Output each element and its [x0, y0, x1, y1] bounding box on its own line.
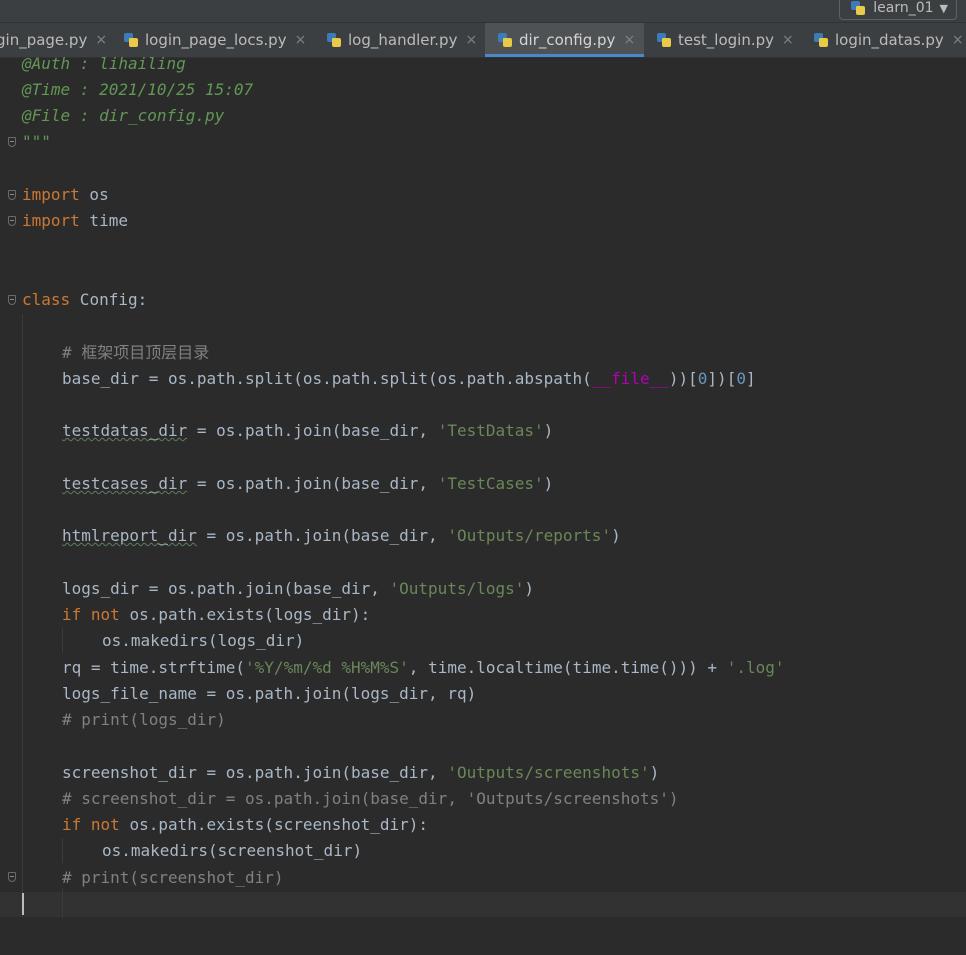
indent-guide [62, 838, 63, 863]
close-icon[interactable]: × [782, 32, 794, 48]
code-line-23: os.makedirs(logs_dir) [102, 631, 305, 650]
fold-marker-icon[interactable] [8, 295, 16, 305]
code-line-28: screenshot_dir = os.path.join(base_dir, … [62, 763, 660, 782]
text-caret [22, 893, 24, 915]
close-icon[interactable]: × [465, 32, 477, 48]
code-line-1: @Auth : lihailing [22, 54, 186, 73]
current-line-highlight [0, 892, 966, 917]
project-selector[interactable]: learn_01 ▼ [839, 0, 957, 20]
tab-dir-config[interactable]: dir_config.py × [485, 23, 644, 57]
tab-label: login_datas.py [835, 31, 944, 49]
code-line-6: import os [22, 185, 109, 204]
code-editor[interactable]: @Auth : lihailing @Time : 2021/10/25 15:… [0, 54, 966, 955]
code-line-30: if not os.path.exists(screenshot_dir): [62, 815, 429, 834]
python-file-icon [813, 32, 830, 49]
tab-label: login_page_locs.py [145, 31, 287, 49]
project-selector-label: learn_01 [873, 0, 934, 16]
code-line-10: class Config: [22, 290, 148, 309]
tab-label: test_login.py [678, 31, 775, 49]
code-line-21: logs_dir = os.path.join(base_dir, 'Outpu… [62, 579, 535, 598]
fold-marker-icon[interactable] [8, 216, 16, 226]
chevron-down-icon[interactable]: ▼ [940, 2, 948, 15]
close-icon[interactable]: × [95, 32, 107, 48]
tab-label: dir_config.py [519, 31, 616, 49]
code-line-12: # 框架项目顶层目录 [62, 343, 210, 362]
code-line-19: htmlreport_dir = os.path.join(base_dir, … [62, 526, 621, 545]
tab-label: gin_page.py [0, 31, 88, 49]
code-line-22: if not os.path.exists(logs_dir): [62, 605, 371, 624]
indent-guide [62, 888, 63, 918]
code-line-4: """ [22, 132, 51, 151]
python-icon [850, 0, 867, 17]
code-line-15: testdatas_dir = os.path.join(base_dir, '… [62, 421, 554, 440]
python-file-icon [326, 32, 343, 49]
code-line-3: @File : dir_config.py [22, 106, 225, 125]
code-line-32: # print(screenshot_dir) [62, 868, 284, 887]
indent-guide [22, 314, 23, 914]
fold-marker-icon[interactable] [8, 872, 16, 882]
code-line-17: testcases_dir = os.path.join(base_dir, '… [62, 474, 554, 493]
fold-marker-icon[interactable] [8, 137, 16, 147]
code-line-26: # print(logs_dir) [62, 710, 226, 729]
close-icon[interactable]: × [952, 32, 964, 48]
close-icon[interactable]: × [623, 32, 635, 48]
code-line-31: os.makedirs(screenshot_dir) [102, 841, 363, 860]
tab-login-datas[interactable]: login_datas.py × [813, 23, 966, 57]
indent-guide [62, 628, 63, 653]
python-file-icon [497, 32, 514, 49]
code-line-25: logs_file_name = os.path.join(logs_dir, … [62, 684, 477, 703]
tab-label: log_handler.py [348, 31, 458, 49]
code-line-13: base_dir = os.path.split(os.path.split(o… [62, 369, 756, 388]
code-line-29: # screenshot_dir = os.path.join(base_dir… [62, 789, 679, 808]
code-line-7: import time [22, 211, 128, 230]
code-line-2: @Time : 2021/10/25 15:07 [22, 80, 254, 99]
close-icon[interactable]: × [295, 32, 307, 48]
python-file-icon [123, 32, 140, 49]
tab-log-handler[interactable]: log_handler.py × [326, 23, 478, 57]
editor-gutter [0, 58, 20, 955]
fold-marker-icon[interactable] [8, 190, 16, 200]
python-file-icon [656, 32, 673, 49]
tab-test-login[interactable]: test_login.py × [656, 23, 798, 57]
title-bar: learn_01 ▼ [0, 0, 966, 23]
code-line-24: rq = time.strftime('%Y/%m/%d %H%M%S', ti… [62, 658, 785, 677]
